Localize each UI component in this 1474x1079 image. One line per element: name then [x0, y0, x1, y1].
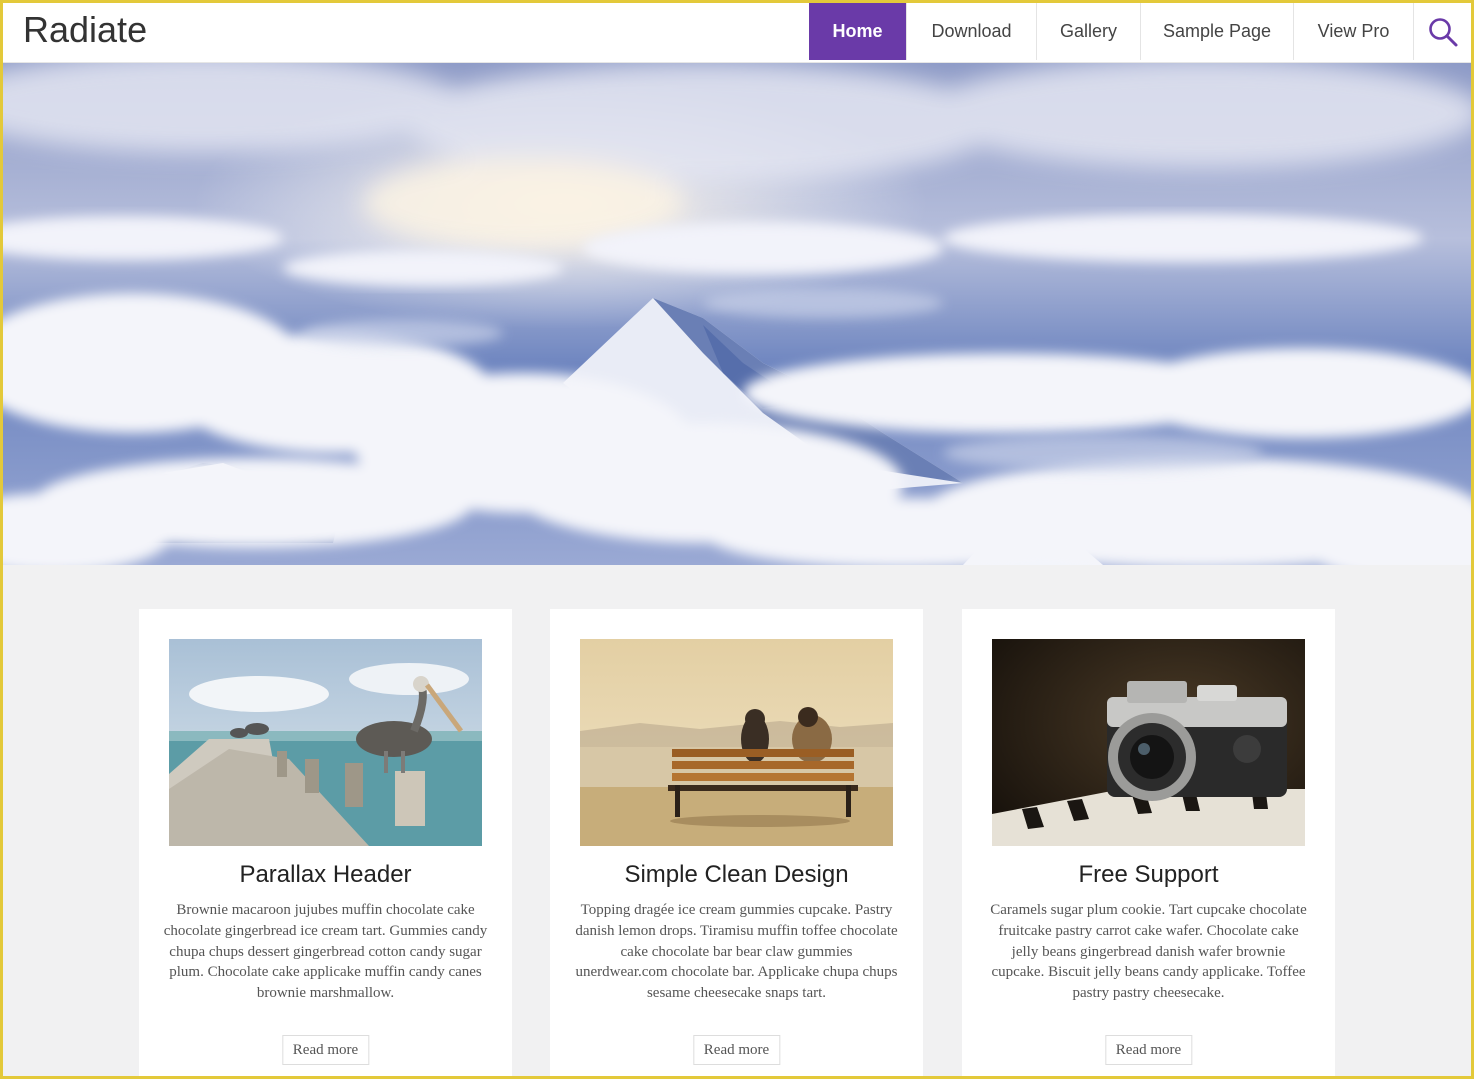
read-more-button[interactable]: Read more	[1104, 1035, 1193, 1065]
search-button[interactable]	[1413, 3, 1471, 60]
feature-card-1: Parallax Header Brownie macaroon jujubes…	[139, 609, 512, 1076]
feature-card-2: Simple Clean Design Topping dragée ice c…	[550, 609, 923, 1076]
card-title: Simple Clean Design	[624, 861, 849, 888]
read-more-button[interactable]: Read more	[692, 1035, 781, 1065]
card-description: Topping dragée ice cream gummies cupcake…	[575, 902, 898, 1002]
main-nav: Home Download Gallery Sample Page View P…	[809, 3, 1471, 63]
nav-item-sample-page[interactable]: Sample Page	[1140, 3, 1293, 60]
card-image-pelican	[169, 639, 482, 846]
nav-item-gallery[interactable]: Gallery	[1036, 3, 1140, 60]
feature-card-3: Free Support Caramels sugar plum cookie.…	[962, 609, 1335, 1076]
nav-item-view-pro[interactable]: View Pro	[1293, 3, 1413, 60]
search-icon	[1428, 17, 1457, 46]
card-description: Brownie macaroon jujubes muffin chocolat…	[163, 902, 488, 1002]
hero-image	[3, 63, 1471, 565]
card-description: Caramels sugar plum cookie. Tart cupcake…	[990, 902, 1307, 1002]
site-title[interactable]: Radiate	[23, 9, 147, 51]
card-title: Free Support	[1078, 861, 1219, 888]
nav-item-download[interactable]: Download	[906, 3, 1036, 60]
card-image-bench	[580, 639, 893, 846]
site-header: Radiate Home Download Gallery Sample Pag…	[3, 3, 1471, 63]
page-frame: Radiate Home Download Gallery Sample Pag…	[3, 3, 1471, 1076]
read-more-button[interactable]: Read more	[281, 1035, 370, 1065]
card-title: Parallax Header	[239, 861, 412, 888]
nav-item-home[interactable]: Home	[809, 3, 906, 60]
card-image-camera	[992, 639, 1305, 846]
